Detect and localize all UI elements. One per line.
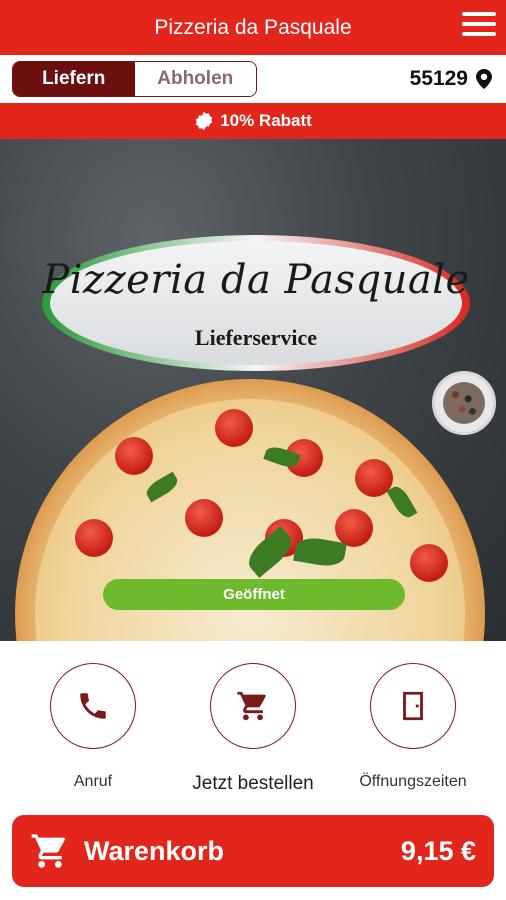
call-button[interactable] [50, 663, 136, 749]
postal-code-selector[interactable]: 55129 [410, 61, 492, 97]
peppercorn-bowl-image [432, 371, 496, 435]
phone-icon [80, 693, 106, 719]
cart-label: Warenkorb [84, 835, 225, 866]
badge-star-icon [195, 111, 213, 131]
discount-banner[interactable]: 10% Rabatt [0, 103, 506, 139]
order-now-button[interactable] [210, 663, 296, 749]
hamburger-menu-icon[interactable] [462, 12, 496, 42]
open-status-badge[interactable]: Geöffnet [103, 579, 405, 610]
toggle-abholen[interactable]: Abholen [134, 62, 256, 96]
shopping-cart-icon [237, 691, 266, 721]
call-action[interactable]: Anruf [18, 663, 168, 791]
order-mode-bar: Liefern Abholen 55129 [0, 55, 506, 103]
opening-hours-label: Öffnungszeiten [359, 773, 467, 790]
door-icon [403, 691, 423, 721]
delivery-pickup-toggle: Liefern Abholen [12, 61, 257, 97]
logo-name: Pizzeria da Pasquale [42, 257, 470, 303]
opening-hours-action[interactable]: Öffnungszeiten [338, 663, 488, 791]
cart-button[interactable]: Warenkorb 9,15 € [12, 815, 494, 887]
call-label: Anruf [73, 773, 113, 790]
hero-image: Pizzeria da Pasquale Lieferservice Geöff… [0, 139, 506, 641]
toggle-liefern[interactable]: Liefern [13, 62, 135, 96]
restaurant-logo: Pizzeria da Pasquale Lieferservice [40, 233, 472, 373]
order-now-label: Jetzt bestellen [192, 773, 314, 794]
postal-code: 55129 [409, 67, 468, 90]
opening-hours-button[interactable] [370, 663, 456, 749]
shopping-cart-icon [31, 834, 66, 868]
app-header: Pizzeria da Pasquale [0, 0, 506, 55]
logo-subtitle: Lieferservice [194, 325, 318, 350]
quick-actions: Anruf Jetzt bestellen Öffnungszeiten [0, 641, 506, 811]
order-now-action[interactable]: Jetzt bestellen [178, 663, 328, 795]
app-title: Pizzeria da Pasquale [154, 16, 352, 39]
cart-total: 9,15 € [400, 835, 476, 866]
discount-text: 10% Rabatt [220, 111, 312, 130]
location-pin-icon [476, 69, 492, 89]
